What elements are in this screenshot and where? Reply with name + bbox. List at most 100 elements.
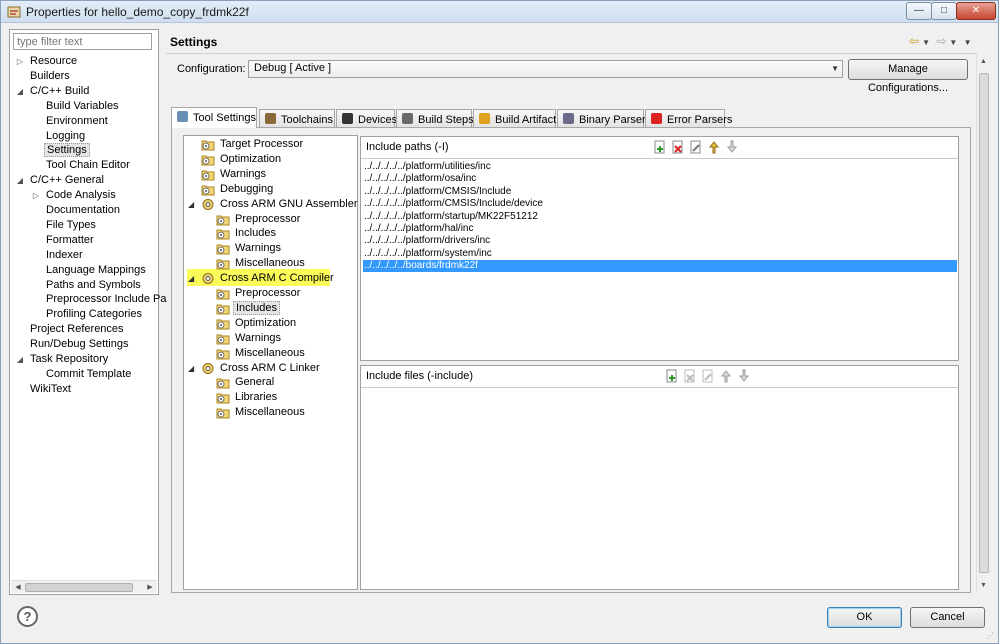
scroll-thumb[interactable] <box>25 583 133 592</box>
expand-toggle-icon[interactable]: ◢ <box>15 352 25 367</box>
tab-build-artifact[interactable]: Build Artifact <box>473 109 556 127</box>
expand-toggle-icon[interactable]: ◢ <box>15 173 25 188</box>
tool-tree-item[interactable]: Warnings <box>216 241 283 256</box>
tool-tree-item[interactable]: Optimization <box>201 152 283 167</box>
tab-binary-parsers[interactable]: Binary Parsers <box>557 109 651 127</box>
category-item[interactable]: Documentation <box>44 203 122 218</box>
tool-tree-item[interactable]: Preprocessor <box>216 286 302 301</box>
tool-tree-item[interactable]: Includes <box>216 226 278 241</box>
expand-toggle-icon[interactable]: ◢ <box>188 361 194 376</box>
tool-tree-item[interactable]: Libraries <box>216 390 279 405</box>
category-item[interactable]: Build Variables <box>44 99 121 114</box>
add-icon[interactable] <box>653 140 667 154</box>
tool-tree-item[interactable]: Miscellaneous <box>216 346 307 361</box>
manage-configurations-button[interactable]: Manage Configurations... <box>848 59 968 94</box>
category-item[interactable]: File Types <box>44 218 98 233</box>
tab-error-parsers[interactable]: Error Parsers <box>645 109 732 127</box>
category-item[interactable]: Indexer <box>44 248 85 263</box>
view-menu-icon[interactable]: ▼ <box>964 38 972 47</box>
expand-toggle-icon[interactable]: ▷ <box>15 54 25 69</box>
tool-tree-item[interactable]: Miscellaneous <box>216 256 307 271</box>
maximize-button[interactable]: □ <box>931 2 957 20</box>
include-path-item[interactable]: ../../../../../platform/CMSIS/Include <box>363 186 957 198</box>
help-button[interactable]: ? <box>17 606 38 627</box>
category-item[interactable]: ▷ Code Analysis <box>33 188 118 203</box>
category-item[interactable]: ◢ C/C++ Build <box>17 84 91 99</box>
add-icon[interactable] <box>665 369 679 383</box>
tab-tool-settings[interactable]: Tool Settings <box>171 107 257 128</box>
tool-tree-item[interactable]: Optimization <box>216 316 298 331</box>
category-item[interactable]: Builders <box>28 69 72 84</box>
category-item[interactable]: Formatter <box>44 233 96 248</box>
left-horizontal-scrollbar[interactable]: ◀ ▶ <box>11 580 157 593</box>
scroll-down-icon[interactable]: ▼ <box>980 582 987 589</box>
tab-devices[interactable]: Devices <box>336 109 397 127</box>
back-menu-icon[interactable]: ▼ <box>922 38 930 47</box>
scroll-left-icon[interactable]: ◀ <box>12 582 24 593</box>
forward-menu-icon[interactable]: ▼ <box>949 38 957 47</box>
include-path-item[interactable]: ../../../../../platform/startup/MK22F512… <box>363 211 957 223</box>
tool-tree-item[interactable]: Warnings <box>216 331 283 346</box>
category-item[interactable]: Commit Template <box>44 367 133 382</box>
category-item[interactable]: Paths and Symbols <box>44 278 143 293</box>
tool-tree-item[interactable]: ◢ Cross ARM C Linker <box>188 361 322 376</box>
tool-tree-item[interactable]: ◢ Cross ARM GNU Assembler <box>188 197 360 212</box>
include-path-item[interactable]: ../../../../../platform/osa/inc <box>363 173 957 185</box>
resize-grip-icon[interactable]: ⋰ <box>986 631 996 641</box>
category-item[interactable]: WikiText <box>28 382 73 397</box>
delete-icon[interactable] <box>671 140 685 154</box>
cancel-button[interactable]: Cancel <box>910 607 985 628</box>
tool-tree-item[interactable]: Debugging <box>201 182 275 197</box>
category-item[interactable]: Logging <box>44 129 87 144</box>
filter-input[interactable] <box>13 33 152 50</box>
tab-build-steps[interactable]: Build Steps <box>396 109 474 127</box>
category-item[interactable]: Profiling Categories <box>44 307 144 322</box>
forward-arrow-icon[interactable]: ⇨ <box>936 34 946 48</box>
ok-button[interactable]: OK <box>827 607 902 628</box>
category-item[interactable]: ▷ Resource <box>17 54 79 69</box>
include-path-item[interactable]: ../../../../../boards/frdmk22f <box>363 260 957 273</box>
expand-toggle-icon[interactable]: ▷ <box>31 188 41 203</box>
tool-tree-item[interactable]: Target Processor <box>201 137 305 152</box>
tool-tree-item[interactable]: Includes <box>216 300 280 316</box>
category-item[interactable]: Tool Chain Editor <box>44 158 132 173</box>
category-item[interactable]: ◢ Task Repository <box>17 352 110 367</box>
tool-tree-item[interactable]: Preprocessor <box>216 212 302 227</box>
edit-icon[interactable] <box>701 369 715 383</box>
category-item[interactable]: Run/Debug Settings <box>28 337 130 352</box>
category-item[interactable]: ◢ C/C++ General <box>17 173 106 188</box>
scroll-right-icon[interactable]: ▶ <box>144 582 156 593</box>
scroll-up-icon[interactable]: ▲ <box>980 58 987 65</box>
tool-tree-item[interactable]: General <box>216 375 276 390</box>
configuration-select[interactable]: Debug [ Active ] ▼ <box>248 60 843 78</box>
tool-tree-item[interactable]: Warnings <box>201 167 268 182</box>
include-path-item[interactable]: ../../../../../platform/hal/inc <box>363 223 957 235</box>
category-item[interactable]: Preprocessor Include Pa <box>44 292 168 307</box>
tool-tree-label: Libraries <box>235 391 278 404</box>
move-up-icon[interactable] <box>719 369 733 383</box>
expand-toggle-icon[interactable]: ◢ <box>188 271 194 286</box>
include-path-item[interactable]: ../../../../../platform/CMSIS/Include/de… <box>363 198 957 210</box>
category-item[interactable]: Project References <box>28 322 126 337</box>
close-button[interactable]: ✕ <box>956 2 996 20</box>
delete-icon[interactable] <box>683 369 697 383</box>
scroll-thumb[interactable] <box>979 73 989 573</box>
edit-icon[interactable] <box>689 140 703 154</box>
tool-tree-item[interactable]: ◢ Cross ARM C Compiler <box>188 271 336 286</box>
category-item[interactable]: Language Mappings <box>44 263 148 278</box>
include-path-item[interactable]: ../../../../../platform/utilities/inc <box>363 161 957 173</box>
move-down-icon[interactable] <box>737 369 751 383</box>
right-vertical-scrollbar[interactable]: ▲ ▼ <box>976 53 991 593</box>
tool-tree-item[interactable]: Miscellaneous <box>216 405 307 420</box>
include-path-item[interactable]: ../../../../../platform/system/inc <box>363 248 957 260</box>
category-item[interactable]: Environment <box>44 114 110 129</box>
back-arrow-icon[interactable]: ⇦ <box>909 34 919 48</box>
tab-toolchains[interactable]: Toolchains <box>259 109 335 127</box>
expand-toggle-icon[interactable]: ◢ <box>15 84 25 99</box>
include-path-item[interactable]: ../../../../../platform/drivers/inc <box>363 235 957 247</box>
move-down-icon[interactable] <box>725 140 739 154</box>
expand-toggle-icon[interactable]: ◢ <box>188 197 194 212</box>
minimize-button[interactable]: — <box>906 2 932 20</box>
move-up-icon[interactable] <box>707 140 721 154</box>
category-item[interactable]: Settings <box>44 143 90 158</box>
